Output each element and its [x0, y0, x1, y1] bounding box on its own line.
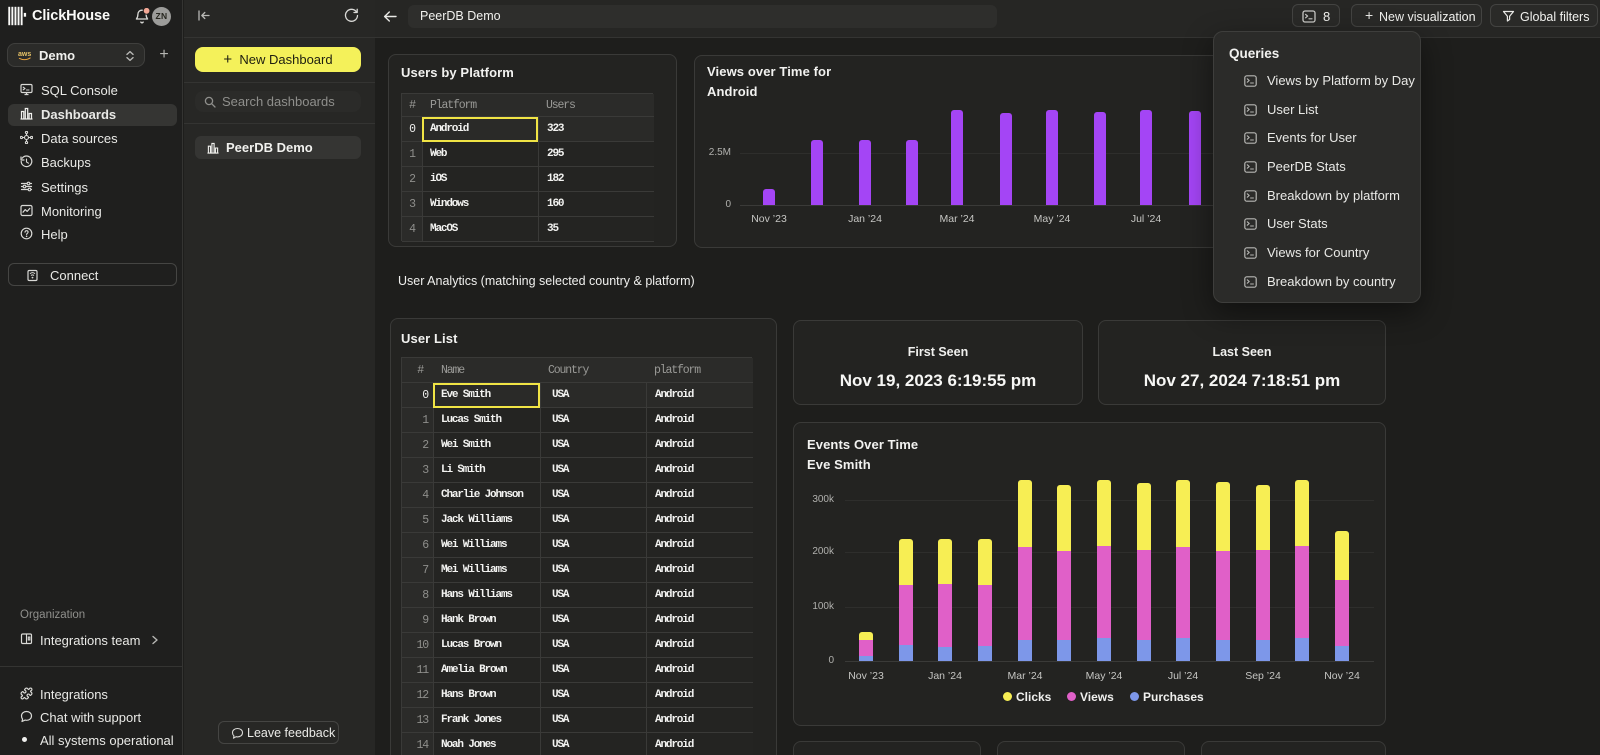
svg-text:aws: aws [18, 51, 31, 58]
